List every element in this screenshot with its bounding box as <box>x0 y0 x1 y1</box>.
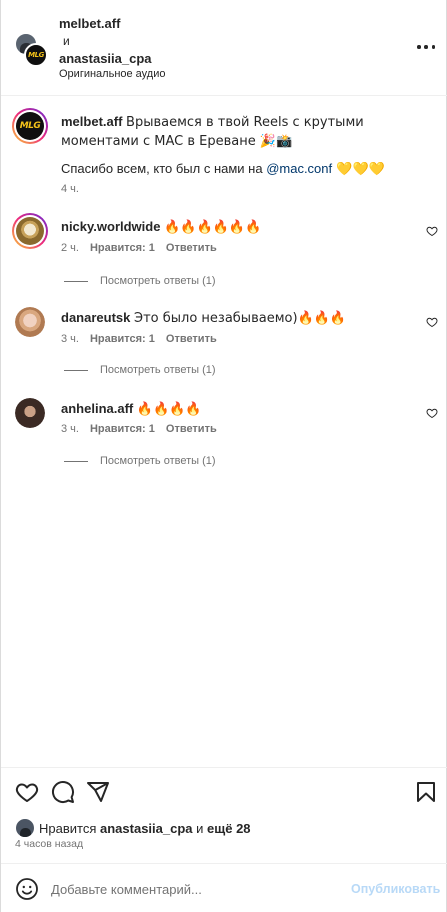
likes-summary[interactable]: Нравится anastasiia_cpa и ещё 28 <box>15 818 251 838</box>
replies-divider <box>64 369 88 371</box>
caption-timestamp: 4 ч. <box>61 183 79 195</box>
collab-avatars[interactable]: MLG <box>15 33 48 67</box>
caption-text: melbet.aff Врываемся в твой Reels с крут… <box>61 113 431 151</box>
comment-meta: 2 ч. Нравится: 1 Ответить <box>61 242 217 254</box>
emoji-icon[interactable] <box>15 877 39 901</box>
mlg-logo-text: MLG <box>28 51 44 59</box>
liker-avatar <box>15 818 35 838</box>
comment-likes[interactable]: Нравится: 1 <box>90 423 155 435</box>
comment-body: Это было незабываемо)🔥🔥🔥 <box>134 311 347 326</box>
comment-text: anhelina.aff 🔥🔥🔥🔥 <box>61 400 202 419</box>
post-actions-section: Нравится anastasiia_cpa и ещё 28 4 часов… <box>1 767 447 912</box>
comment-time: 3 ч. <box>61 423 79 435</box>
comment-body: 🔥🔥🔥🔥🔥🔥 <box>164 220 262 235</box>
likes-prefix: Нравится <box>39 820 97 836</box>
post-timestamp: 4 часов назад <box>15 838 84 850</box>
mlg-logo-text: MLG <box>19 121 41 131</box>
comment-input[interactable] <box>51 878 331 900</box>
view-replies-label: Посмотреть ответы (1) <box>100 364 216 376</box>
comment-like-heart-icon[interactable] <box>426 316 438 328</box>
avatar[interactable] <box>12 213 48 249</box>
likes-middle: и <box>196 820 204 836</box>
caption-thanks: Спасибо всем, кто был с нами на @mac.con… <box>61 160 385 179</box>
comment-like-heart-icon[interactable] <box>426 407 438 419</box>
comment-username[interactable]: nicky.worldwide <box>61 219 160 234</box>
add-comment-bar: Опубликовать <box>1 863 447 912</box>
publish-button[interactable]: Опубликовать <box>351 882 440 896</box>
replies-divider <box>64 280 88 282</box>
replies-divider <box>64 460 88 462</box>
reply-button[interactable]: Ответить <box>166 333 217 345</box>
comment-likes[interactable]: Нравится: 1 <box>90 333 155 345</box>
header-username-2[interactable]: anastasiia_cpa <box>59 51 152 66</box>
comment-text: danareutsk Это было незабываемо)🔥🔥🔥 <box>61 309 346 328</box>
comment-meta: 3 ч. Нравится: 1 Ответить <box>61 423 217 435</box>
liker-username[interactable]: anastasiia_cpa <box>100 821 193 836</box>
comment-text: nicky.worldwide 🔥🔥🔥🔥🔥🔥 <box>61 218 261 237</box>
view-replies-button[interactable]: Посмотреть ответы (1) <box>64 275 216 287</box>
post-header: MLG melbet.aff и anastasiia_cpa Оригинал… <box>1 0 447 96</box>
view-replies-button[interactable]: Посмотреть ответы (1) <box>64 455 216 467</box>
comment-time: 2 ч. <box>61 242 79 254</box>
more-options-icon[interactable] <box>417 38 435 56</box>
reply-button[interactable]: Ответить <box>166 242 217 254</box>
comment-body: 🔥🔥🔥🔥 <box>136 402 202 417</box>
bookmark-icon[interactable] <box>414 780 438 804</box>
view-replies-label: Посмотреть ответы (1) <box>100 455 216 467</box>
view-replies-button[interactable]: Посмотреть ответы (1) <box>64 364 216 376</box>
reply-button[interactable]: Ответить <box>166 423 217 435</box>
header-username-1[interactable]: melbet.aff <box>59 16 120 31</box>
comment-meta: 3 ч. Нравится: 1 Ответить <box>61 333 217 345</box>
comment-likes[interactable]: Нравится: 1 <box>90 242 155 254</box>
heart-icon[interactable] <box>15 780 39 804</box>
view-replies-label: Посмотреть ответы (1) <box>100 275 216 287</box>
comment-time: 3 ч. <box>61 333 79 345</box>
caption-thanks-text: Спасибо всем, кто был с нами на <box>61 161 267 176</box>
likes-others[interactable]: ещё 28 <box>207 821 251 836</box>
caption-hearts: 💛💛💛 <box>332 162 385 177</box>
caption-avatar[interactable]: MLG <box>12 108 48 144</box>
avatar[interactable] <box>15 307 45 337</box>
comment-username[interactable]: anhelina.aff <box>61 401 133 416</box>
avatar-melbet[interactable]: MLG <box>24 43 48 67</box>
comment-like-heart-icon[interactable] <box>426 225 438 237</box>
mention-link[interactable]: @mac.conf <box>266 161 332 176</box>
caption-username[interactable]: melbet.aff <box>61 114 122 129</box>
post-panel: MLG melbet.aff и anastasiia_cpa Оригинал… <box>0 0 447 912</box>
original-audio-link[interactable]: Оригинальное аудио <box>59 68 166 80</box>
send-icon[interactable] <box>86 780 110 804</box>
comment-username[interactable]: danareutsk <box>61 310 130 325</box>
header-and: и <box>63 34 70 48</box>
comment-icon[interactable] <box>51 780 75 804</box>
avatar[interactable] <box>15 398 45 428</box>
